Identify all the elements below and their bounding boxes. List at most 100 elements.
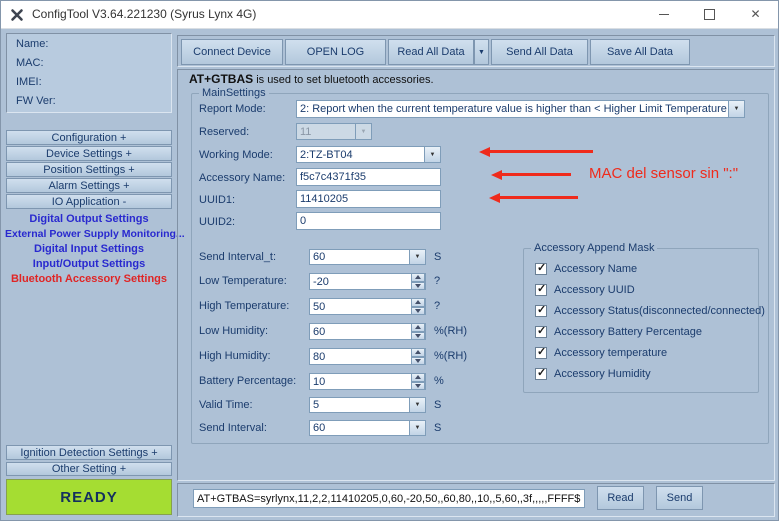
- read-all-data-dropdown[interactable]: ▼: [474, 39, 489, 65]
- spin-down-icon[interactable]: [411, 282, 425, 291]
- valid-time-label: Valid Time:: [199, 399, 253, 411]
- sidebar-item-configuration[interactable]: Configuration +: [6, 130, 172, 145]
- sidebar-item-other-setting[interactable]: Other Setting +: [6, 462, 172, 476]
- annotation-mac-sensor: MAC del sensor sin ":": [589, 165, 738, 182]
- spin-up-icon[interactable]: [411, 323, 425, 332]
- send-interval-unit: S: [434, 422, 441, 434]
- high-temperature-input[interactable]: [313, 301, 422, 313]
- dropdown-arrow-icon: [355, 124, 371, 139]
- dropdown-arrow-icon[interactable]: [409, 398, 425, 412]
- minimize-icon: [659, 14, 669, 15]
- spin-down-icon[interactable]: [411, 382, 425, 391]
- accessory-name-checkbox[interactable]: [535, 263, 547, 275]
- red-arrow-uuid1: [489, 193, 578, 202]
- sidebar-item-digital-input-settings[interactable]: Digital Input Settings: [5, 243, 173, 255]
- spin-up-icon[interactable]: [411, 298, 425, 307]
- dropdown-arrow-icon[interactable]: [424, 147, 440, 162]
- send-all-data-button[interactable]: Send All Data: [491, 39, 588, 65]
- read-button[interactable]: Read: [597, 486, 644, 510]
- accessory-name-label: Accessory Name:: [199, 172, 285, 184]
- battery-percentage-spinner: [309, 373, 426, 390]
- spin-down-icon[interactable]: [411, 357, 425, 366]
- high-temperature-spinner: [309, 298, 426, 315]
- send-button[interactable]: Send: [656, 486, 703, 510]
- close-button[interactable]: ✕: [733, 1, 778, 27]
- accessory-battery-checkbox[interactable]: [535, 326, 547, 338]
- uuid2-field-wrap: [296, 212, 441, 230]
- low-temperature-spinner: [309, 273, 426, 290]
- maximize-icon: [704, 9, 715, 20]
- battery-percentage-input[interactable]: [313, 376, 422, 388]
- accessory-temperature-checkbox[interactable]: [535, 347, 547, 359]
- accessory-status-checkbox[interactable]: [535, 305, 547, 317]
- sidebar-item-external-power-supply[interactable]: External Power Supply Monitoring...: [5, 228, 173, 240]
- accessory-humidity-checkbox[interactable]: [535, 368, 547, 380]
- battery-percentage-label: Battery Percentage:: [199, 375, 296, 387]
- spin-down-icon[interactable]: [411, 307, 425, 316]
- device-name-label: Name:: [16, 38, 48, 50]
- sidebar-item-alarm-settings[interactable]: Alarm Settings +: [6, 178, 172, 193]
- valid-time-unit: S: [434, 399, 441, 411]
- window-title: ConfigTool V3.64.221230 (Syrus Lynx 4G): [32, 7, 256, 21]
- dropdown-arrow-icon[interactable]: [409, 421, 425, 435]
- checkbox-row-accessory-humidity: Accessory Humidity: [535, 368, 651, 380]
- low-humidity-label: Low Humidity:: [199, 325, 268, 337]
- send-interval-t-unit: S: [434, 251, 441, 263]
- connect-device-button[interactable]: Connect Device: [181, 39, 283, 65]
- low-humidity-input[interactable]: [313, 326, 422, 338]
- checkbox-row-accessory-temperature: Accessory temperature: [535, 347, 667, 359]
- sidebar-item-digital-output-settings[interactable]: Digital Output Settings: [5, 213, 173, 225]
- send-interval-t-label: Send Interval_t:: [199, 251, 276, 263]
- dropdown-arrow-icon[interactable]: [409, 250, 425, 264]
- working-mode-label: Working Mode:: [199, 149, 273, 161]
- accessory-uuid-checkbox[interactable]: [535, 284, 547, 296]
- low-humidity-spinner: [309, 323, 426, 340]
- accessory-name-input[interactable]: [300, 171, 437, 183]
- maximize-button[interactable]: [687, 1, 732, 27]
- uuid1-input[interactable]: [300, 193, 437, 205]
- read-all-data-button[interactable]: Read All Data: [388, 39, 474, 65]
- spin-up-icon[interactable]: [411, 273, 425, 282]
- device-imei-label: IMEI:: [16, 76, 42, 88]
- high-humidity-unit: %(RH): [434, 350, 467, 362]
- report-mode-label: Report Mode:: [199, 103, 266, 115]
- command-line-input[interactable]: [197, 493, 581, 505]
- send-interval-select[interactable]: 60: [309, 420, 426, 436]
- working-mode-select[interactable]: 2:TZ-BT04: [296, 146, 441, 163]
- spin-up-icon[interactable]: [411, 348, 425, 357]
- save-all-data-button[interactable]: Save All Data: [590, 39, 690, 65]
- titlebar: ConfigTool V3.64.221230 (Syrus Lynx 4G) …: [1, 1, 778, 29]
- spin-down-icon[interactable]: [411, 332, 425, 341]
- sidebar-item-ignition-detection[interactable]: Ignition Detection Settings +: [6, 445, 172, 460]
- uuid1-field-wrap: [296, 190, 441, 208]
- report-mode-select[interactable]: 2: Report when the current temperature v…: [296, 100, 745, 118]
- red-arrow-accessory-name: [491, 170, 571, 179]
- app-icon: [10, 8, 24, 22]
- red-arrow-working-mode: [479, 147, 593, 156]
- high-humidity-input[interactable]: [313, 351, 422, 363]
- close-icon: ✕: [750, 7, 760, 21]
- low-temperature-input[interactable]: [313, 276, 422, 288]
- spin-up-icon[interactable]: [411, 373, 425, 382]
- device-mac-label: MAC:: [16, 57, 44, 69]
- minimize-button[interactable]: [641, 1, 686, 27]
- sidebar-item-device-settings[interactable]: Device Settings +: [6, 146, 172, 161]
- uuid2-input[interactable]: [300, 215, 437, 227]
- uuid2-label: UUID2:: [199, 216, 235, 228]
- sidebar-item-io-application[interactable]: IO Application -: [6, 194, 172, 209]
- open-log-button[interactable]: OPEN LOG: [285, 39, 386, 65]
- valid-time-select[interactable]: 5: [309, 397, 426, 413]
- checkbox-row-accessory-name: Accessory Name: [535, 263, 637, 275]
- checkbox-row-accessory-status: Accessory Status(disconnected/connected): [535, 305, 765, 317]
- high-temperature-label: High Temperature:: [199, 300, 289, 312]
- chevron-down-icon: ▼: [478, 49, 485, 56]
- sidebar-item-input-output-settings[interactable]: Input/Output Settings: [5, 258, 173, 270]
- command-name: AT+GTBAS: [189, 72, 253, 86]
- sidebar-item-position-settings[interactable]: Position Settings +: [6, 162, 172, 177]
- app-window: ConfigTool V3.64.221230 (Syrus Lynx 4G) …: [0, 0, 779, 521]
- sidebar-item-bluetooth-accessory-settings[interactable]: Bluetooth Accessory Settings: [5, 273, 173, 285]
- command-description: AT+GTBAS is used to set bluetooth access…: [189, 72, 434, 86]
- device-fw-label: FW Ver:: [16, 95, 56, 107]
- send-interval-t-select[interactable]: 60: [309, 249, 426, 265]
- dropdown-arrow-icon[interactable]: [728, 101, 744, 117]
